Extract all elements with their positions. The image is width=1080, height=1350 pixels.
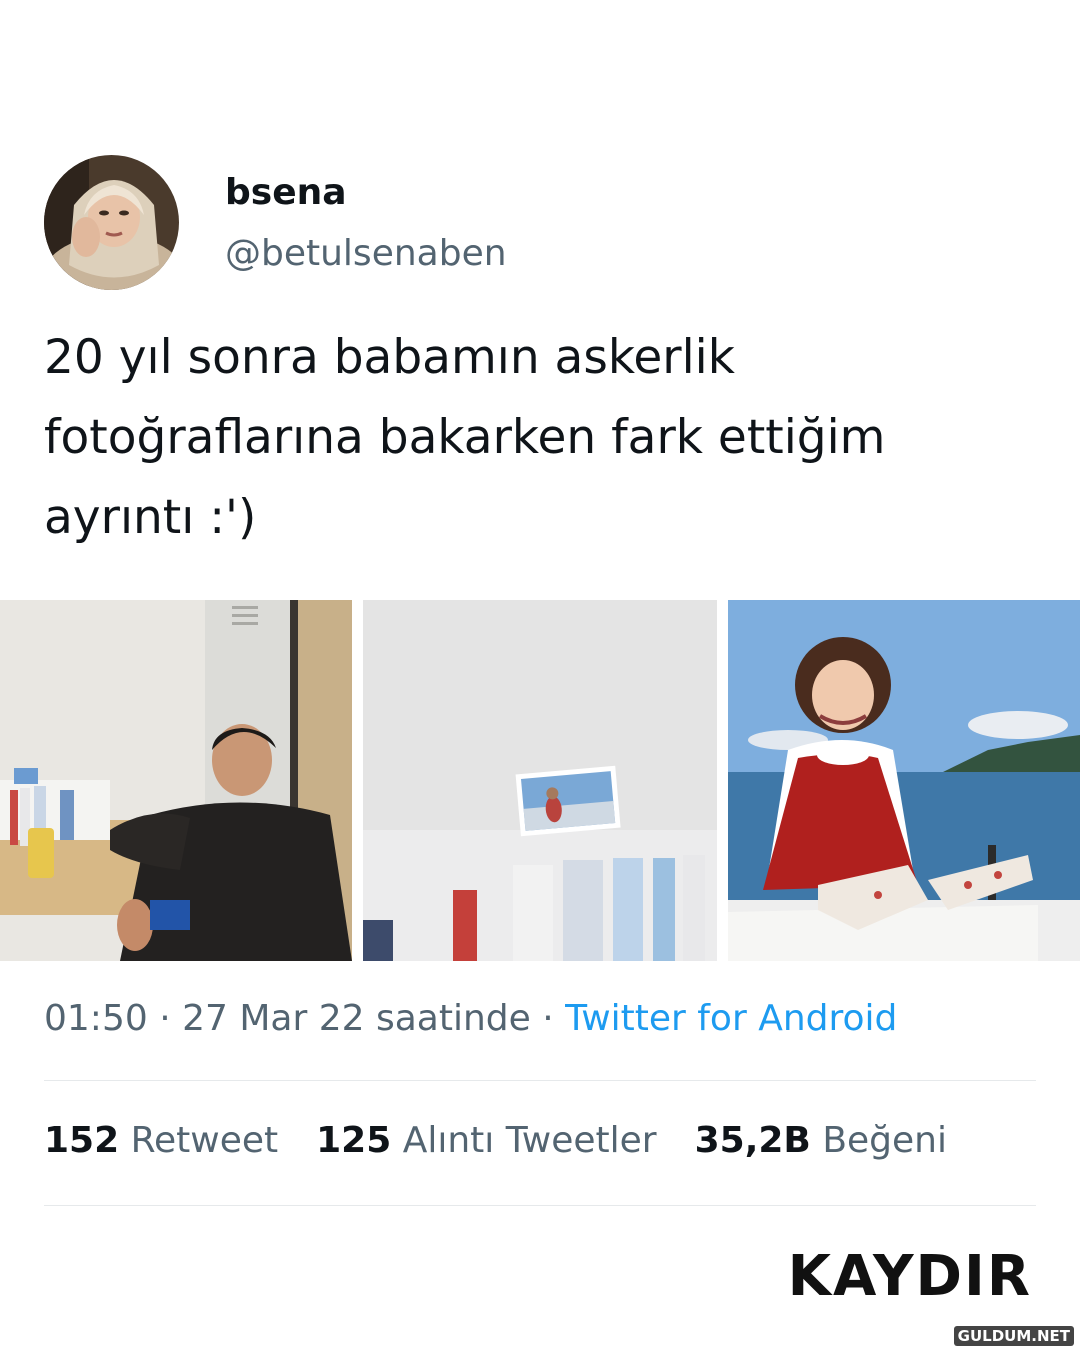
tweet-source-link[interactable]: Twitter for Android bbox=[565, 998, 897, 1039]
avatar-image bbox=[44, 155, 179, 290]
tweet-text-line: ayrıntı :') bbox=[44, 490, 257, 545]
quotes-stat[interactable]: 125 Alıntı Tweetler bbox=[316, 1120, 656, 1161]
quotes-label: Alıntı Tweetler bbox=[402, 1120, 657, 1161]
swipe-prompt: KAYDIR bbox=[787, 1244, 1032, 1309]
girl-by-sea-photo bbox=[728, 600, 1080, 961]
tweet-photo-2[interactable] bbox=[363, 600, 717, 961]
tweet-text-line: fotoğraflarına bakarken fark ettiğim bbox=[44, 410, 886, 465]
tweet-text-line: 20 yıl sonra babamın askerlik bbox=[44, 330, 735, 385]
user-handle[interactable]: @betulsenaben bbox=[225, 233, 507, 274]
tweet-metadata: 01:50 · 27 Mar 22 saatinde · Twitter for… bbox=[44, 998, 897, 1039]
separator-dot: · bbox=[542, 998, 554, 1039]
divider bbox=[44, 1205, 1036, 1206]
avatar[interactable] bbox=[44, 155, 179, 290]
separator-dot: · bbox=[159, 998, 171, 1039]
tweet-stats: 152 Retweet 125 Alıntı Tweetler 35,2B Beğe… bbox=[44, 1120, 985, 1161]
likes-count: 35,2B bbox=[694, 1120, 811, 1161]
zoomed-small-photo-on-books bbox=[363, 600, 717, 961]
man-at-desk-photo bbox=[0, 600, 352, 961]
likes-stat[interactable]: 35,2B Beğeni bbox=[695, 1120, 947, 1161]
display-name[interactable]: bsena bbox=[225, 172, 347, 213]
divider bbox=[44, 1080, 1036, 1081]
quotes-count: 125 bbox=[316, 1120, 392, 1161]
retweets-stat[interactable]: 152 Retweet bbox=[44, 1120, 278, 1161]
watermark: GULDUM.NET bbox=[953, 1326, 1074, 1346]
tweet-photo-1[interactable] bbox=[0, 600, 352, 961]
tweet-photo-3[interactable] bbox=[728, 600, 1080, 961]
tweet-time[interactable]: 01:50 bbox=[44, 998, 148, 1039]
tweet-date[interactable]: 27 Mar 22 saatinde bbox=[182, 998, 531, 1039]
tweet-text: 20 yıl sonra babamın askerlik fotoğrafla… bbox=[44, 318, 1044, 558]
retweets-count: 152 bbox=[44, 1120, 120, 1161]
likes-label: Beğeni bbox=[822, 1120, 947, 1161]
retweets-label: Retweet bbox=[130, 1120, 279, 1161]
